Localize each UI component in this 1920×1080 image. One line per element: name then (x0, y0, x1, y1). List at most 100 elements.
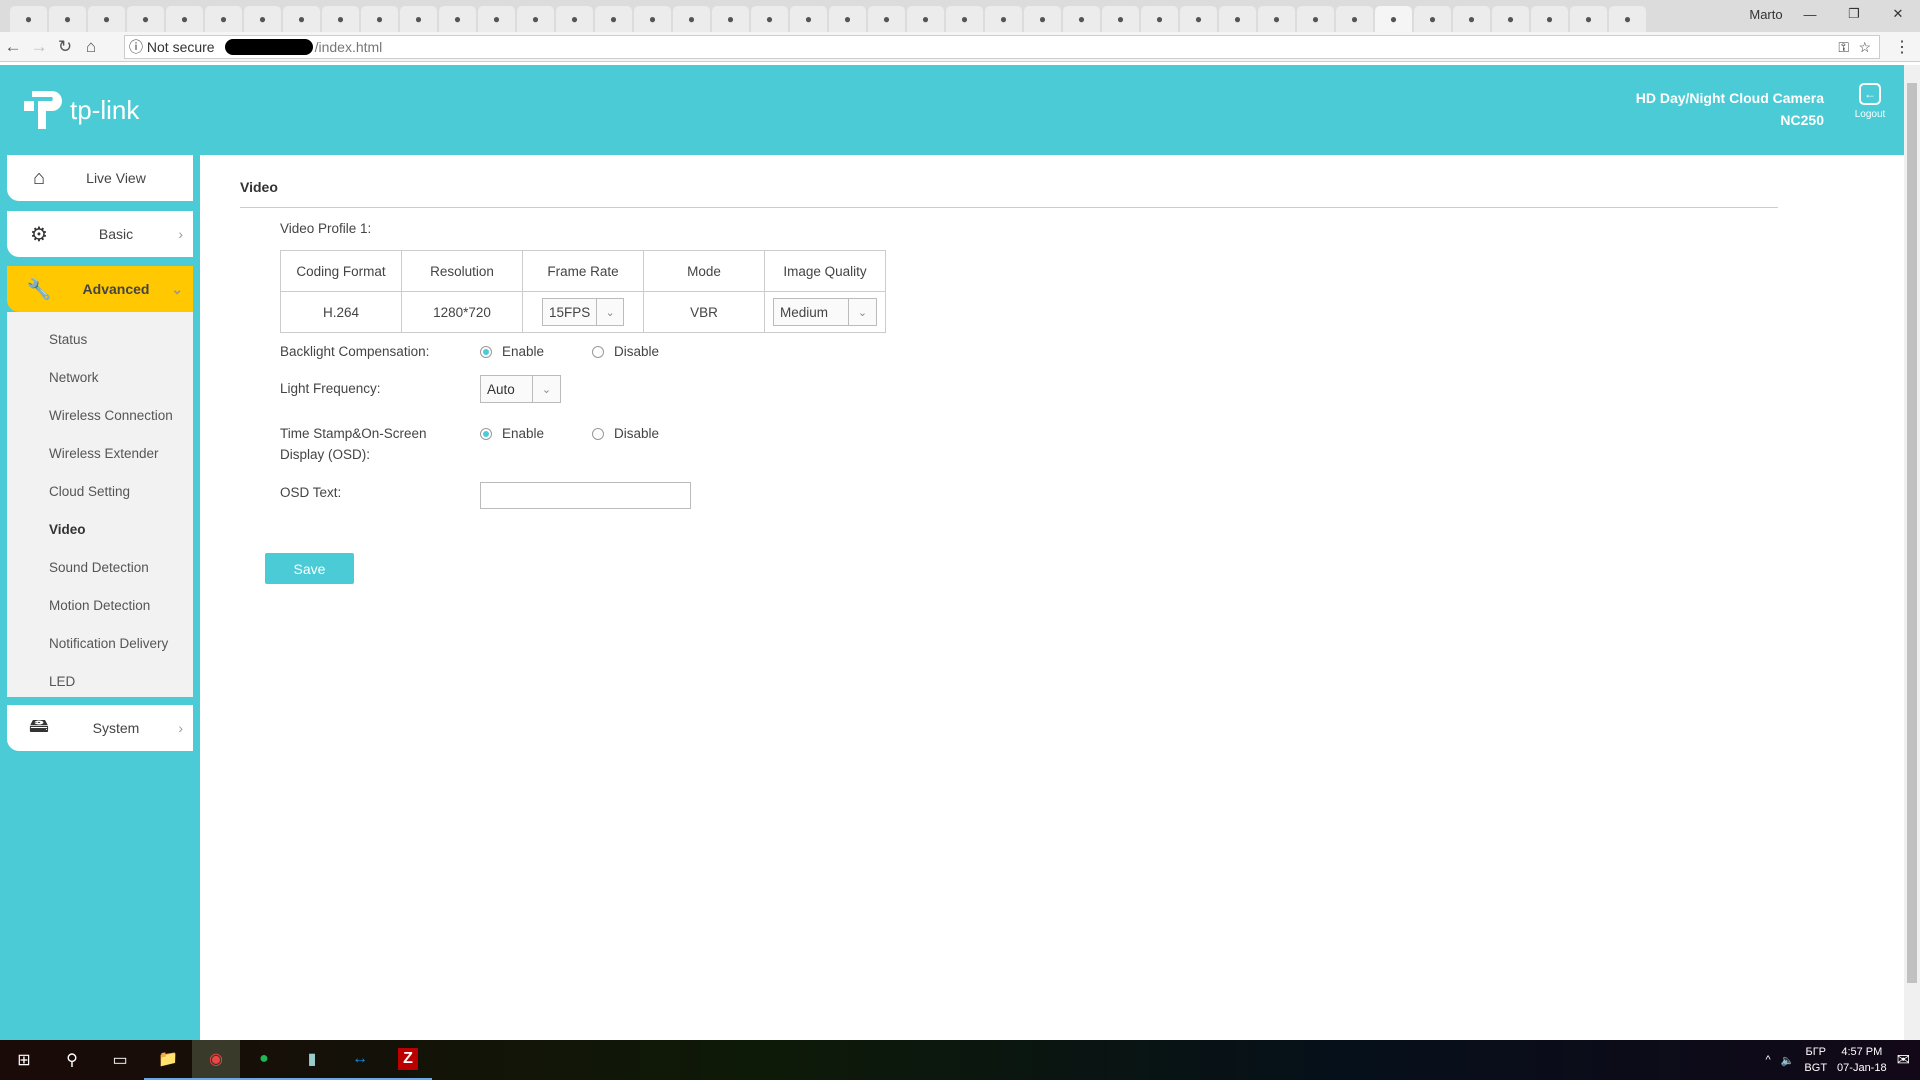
forward-icon[interactable]: → (26, 37, 52, 57)
browser-tab[interactable]: ● (1141, 6, 1178, 32)
browser-tab[interactable]: ● (1297, 6, 1334, 32)
browser-tab[interactable]: ● (127, 6, 164, 32)
submenu-notification-delivery[interactable]: Notification Delivery (49, 636, 168, 651)
browser-tab[interactable]: ● (751, 6, 788, 32)
submenu-motion-detection[interactable]: Motion Detection (49, 598, 150, 613)
browser-tab[interactable]: ● (1024, 6, 1061, 32)
osd-enable-radio[interactable]: Enable (480, 426, 544, 441)
browser-tab[interactable]: ● (595, 6, 632, 32)
restore-button[interactable]: ❐ (1832, 6, 1876, 22)
task-view-icon[interactable]: ▭ (96, 1040, 144, 1080)
browser-tab[interactable]: ● (517, 6, 554, 32)
image-quality-select[interactable]: Medium ⌄ (773, 298, 877, 326)
light-frequency-select[interactable]: Auto ⌄ (480, 375, 561, 403)
browser-tab[interactable]: ● (1531, 6, 1568, 32)
page-scrollbar[interactable] (1904, 65, 1920, 1040)
browser-tab[interactable]: ● (1492, 6, 1529, 32)
browser-tab[interactable]: ● (1102, 6, 1139, 32)
browser-tab[interactable]: ● (1063, 6, 1100, 32)
browser-tab[interactable]: ● (712, 6, 749, 32)
taskbar: ⊞ ⚲ ▭ 📁 ◉ ● ▮ ↔ Z ^ 🔈 БГР BGT 4:57 PM 07-J… (0, 1040, 1920, 1080)
browser-tab[interactable]: ● (907, 6, 944, 32)
browser-tab[interactable]: ● (49, 6, 86, 32)
browser-tab[interactable]: ● (673, 6, 710, 32)
browser-tab[interactable]: ● (946, 6, 983, 32)
security-label: Not secure (146, 39, 215, 55)
browser-tab[interactable]: ● (88, 6, 125, 32)
clock[interactable]: 4:57 PM 07-Jan-18 (1837, 1044, 1887, 1076)
browser-tab[interactable]: ● (322, 6, 359, 32)
browser-tab[interactable]: ● (166, 6, 203, 32)
browser-tab[interactable]: ● (1180, 6, 1217, 32)
tp-link-logo: tp-link (24, 87, 139, 133)
spotify-icon[interactable]: ● (240, 1040, 288, 1080)
search-icon[interactable]: ⚲ (48, 1040, 96, 1080)
browser-tab[interactable]: ● (829, 6, 866, 32)
sidebar-item-live-view[interactable]: ⌂ Live View (7, 155, 193, 201)
notification-icon[interactable]: ✉ (1897, 1050, 1910, 1070)
sidebar-item-basic[interactable]: ⚙ Basic › (7, 211, 193, 257)
browser-tab[interactable]: ● (1336, 6, 1373, 32)
submenu-status[interactable]: Status (49, 332, 87, 347)
browser-tab[interactable]: ● (868, 6, 905, 32)
start-icon[interactable]: ⊞ (0, 1040, 48, 1080)
key-icon[interactable]: ⚿ (1838, 39, 1849, 56)
browser-tab[interactable]: ● (1375, 6, 1412, 32)
star-icon[interactable]: ☆ (1858, 39, 1871, 56)
browser-tab[interactable]: ● (1570, 6, 1607, 32)
home-icon[interactable]: ⌂ (78, 37, 104, 57)
minimize-button[interactable]: — (1788, 7, 1832, 22)
browser-tab[interactable]: ● (1414, 6, 1451, 32)
url-input[interactable]: ⓘ Not secure /index.html ⚿ ☆ (124, 35, 1880, 59)
browser-tab[interactable]: ● (1609, 6, 1646, 32)
logout-button[interactable]: ← Logout (1850, 83, 1890, 120)
menu-icon[interactable]: ⋮ (1894, 37, 1910, 57)
osd-disable-radio[interactable]: Disable (592, 426, 659, 441)
browser-tab[interactable]: ● (790, 6, 827, 32)
browser-tab[interactable]: ● (1219, 6, 1256, 32)
file-explorer-icon[interactable]: 📁 (144, 1040, 192, 1080)
teamviewer-icon[interactable]: ↔ (336, 1040, 384, 1080)
browser-tab[interactable]: ● (205, 6, 242, 32)
sidebar-item-label: Live View (86, 170, 146, 186)
language-indicator[interactable]: БГР BGT (1804, 1044, 1827, 1076)
submenu-wireless-extender[interactable]: Wireless Extender (49, 446, 159, 461)
browser-tab[interactable]: ● (985, 6, 1022, 32)
reload-icon[interactable]: ↻ (52, 37, 78, 57)
speaker-icon[interactable]: 🔈 (1781, 1054, 1795, 1067)
browser-tab[interactable]: ● (1258, 6, 1295, 32)
backlight-disable-radio[interactable]: Disable (592, 344, 659, 359)
frame-rate-select[interactable]: 15FPS ⌄ (542, 298, 624, 326)
filezilla-icon[interactable]: Z (384, 1040, 432, 1080)
submenu-network[interactable]: Network (49, 370, 99, 385)
browser-tab[interactable]: ● (556, 6, 593, 32)
browser-tab[interactable]: ● (478, 6, 515, 32)
browser-tab[interactable]: ● (1453, 6, 1490, 32)
browser-tab[interactable]: ● (439, 6, 476, 32)
back-icon[interactable]: ← (0, 37, 26, 57)
submenu-led[interactable]: LED (49, 674, 75, 689)
browser-tab[interactable]: ● (283, 6, 320, 32)
browser-tab[interactable]: ● (400, 6, 437, 32)
browser-tab[interactable]: ● (634, 6, 671, 32)
submenu-wireless-connection[interactable]: Wireless Connection (49, 408, 173, 423)
chevron-up-icon[interactable]: ^ (1766, 1054, 1771, 1066)
chrome-icon[interactable]: ◉ (192, 1040, 240, 1080)
osd-text-input[interactable] (480, 482, 691, 509)
info-icon[interactable]: ⓘ (129, 37, 147, 57)
submenu-cloud-setting[interactable]: Cloud Setting (49, 484, 130, 499)
sidebar-item-system[interactable]: 🖴 System › (7, 705, 193, 751)
browser-tab[interactable]: ● (10, 6, 47, 32)
save-button[interactable]: Save (265, 553, 354, 584)
close-window-button[interactable]: ✕ (1876, 6, 1920, 22)
profile-name[interactable]: Marto (1744, 7, 1788, 22)
sidebar-item-advanced[interactable]: 🔧 Advanced ⌄ (7, 266, 193, 312)
submenu-sound-detection[interactable]: Sound Detection (49, 560, 149, 575)
browser-tab[interactable]: ● (361, 6, 398, 32)
backlight-enable-radio[interactable]: Enable (480, 344, 544, 359)
notepad-icon[interactable]: ▮ (288, 1040, 336, 1080)
scrollbar-thumb[interactable] (1907, 83, 1917, 983)
submenu-video[interactable]: Video (49, 522, 86, 537)
browser-tab[interactable]: ● (244, 6, 281, 32)
home-icon: ⌂ (32, 166, 46, 189)
